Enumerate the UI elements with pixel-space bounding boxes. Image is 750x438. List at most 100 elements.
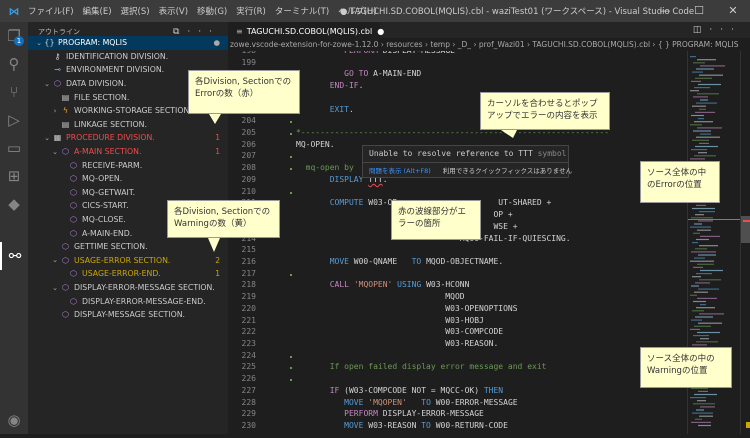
menu-item[interactable]: 移動(G) <box>197 7 227 17</box>
minimap-line <box>693 232 700 234</box>
chevron-down-icon[interactable]: ⌄ <box>50 256 60 264</box>
maximize-icon[interactable]: ☐ <box>682 0 716 22</box>
minimap-line <box>698 390 708 392</box>
minimap-line <box>699 415 713 417</box>
code-line: END-IF. <box>296 81 364 91</box>
outline-item[interactable]: ⌄{} PROGRAM: MQLIS ● <box>28 36 228 50</box>
editor-more-icon[interactable]: ··· <box>709 25 742 35</box>
breadcrumb-item[interactable]: zowe.vscode-extension-for-zowe-1.12.0 <box>230 40 378 49</box>
explorer-badge: 1 <box>14 36 24 46</box>
outline-item-label: IDENTIFICATION DIVISION. <box>66 51 169 61</box>
chevron-down-icon[interactable]: ⌄ <box>50 148 60 156</box>
outline-item[interactable]: ⌄ ⬡ DISPLAY-ERROR-MESSAGE SECTION. <box>28 281 228 295</box>
cube-icon: ⬡ <box>62 147 69 157</box>
outline-item[interactable]: ⬡ USAGE-ERROR-END. 1 <box>28 267 228 281</box>
minimap-line <box>700 65 725 67</box>
minimap-line <box>690 124 702 126</box>
minimap-line <box>697 93 719 95</box>
minimap-line <box>700 338 709 340</box>
chevron-down-icon[interactable]: ⌄ <box>42 80 52 88</box>
vscode-logo-icon: ⋈ <box>8 4 20 18</box>
line-number: 206 <box>241 139 256 149</box>
hover-source: symbol <box>537 149 567 158</box>
view-problem-link[interactable]: 問題を表示 (Alt+F8) <box>369 167 431 175</box>
menu-item[interactable]: 表示(V) <box>159 7 188 17</box>
outline-item[interactable]: ⌄ ⬡ USAGE-ERROR SECTION. 2 <box>28 254 228 268</box>
code-editor[interactable]: PERFORM DISPLAY-MESSAGE GO TO A-MAIN-END… <box>262 51 687 434</box>
breadcrumb-item[interactable]: { } PROGRAM: MQLIS <box>658 40 739 49</box>
chevron-down-icon[interactable]: ⌄ <box>42 134 52 142</box>
outline-item[interactable]: ⬡ DISPLAY-MESSAGE SECTION. <box>28 308 228 322</box>
account-icon[interactable]: ◉ <box>0 406 28 434</box>
minimize-icon[interactable]: — <box>648 0 682 22</box>
callout-text: 各Division, Sectionでの Errorの数（赤） <box>195 77 292 99</box>
breadcrumb-item[interactable]: TAGUCHI.SD.COBOL(MQLIS).cbl <box>532 40 650 49</box>
outline-item[interactable]: ⌄ ⬡ A-MAIN SECTION. 1 <box>28 145 228 159</box>
outline-item[interactable]: ⬡ MQ-OPEN. <box>28 172 228 186</box>
file-icon: ≡ <box>236 27 243 36</box>
outline-item[interactable]: ⬡ RECEIVE-PARM. <box>28 158 228 172</box>
menu-item[interactable]: 実行(R) <box>236 7 266 17</box>
menu-item[interactable]: ファイル(F) <box>28 7 74 17</box>
outline-item[interactable]: ⚷ IDENTIFICATION DIVISION. <box>28 50 228 64</box>
outline-item[interactable]: ⬡ MQ-GETWAIT. <box>28 186 228 200</box>
explorer-icon[interactable]: ❐ 1 <box>0 22 28 50</box>
outline-view-icon[interactable]: ⚯ <box>0 242 28 270</box>
breadcrumb-item[interactable]: _D_ <box>458 40 471 49</box>
minimap-line <box>691 114 704 117</box>
outline-item[interactable]: ▤ LINKAGE SECTION. <box>28 118 228 132</box>
source-control-icon[interactable]: ⑂ <box>0 78 28 106</box>
minimap-line <box>697 229 711 231</box>
outline-item[interactable]: ⬡ DISPLAY-ERROR-MESSAGE-END. <box>28 294 228 308</box>
menu-item[interactable]: 編集(E) <box>83 7 112 17</box>
breadcrumb-item[interactable]: temp <box>430 40 450 49</box>
minimap-line <box>691 217 713 219</box>
code-token: END-IF <box>329 81 359 91</box>
menu-item[interactable]: 選択(S) <box>121 7 150 17</box>
outline-item[interactable]: ⌄ ▦ PROCEDURE DIVISION. 1 <box>28 131 228 145</box>
line-number: 199 <box>241 57 256 67</box>
minimap-line <box>692 276 701 278</box>
menu-item[interactable]: ターミナル(T) <box>275 7 329 17</box>
code-token: THEN <box>483 385 504 395</box>
code-line: MQOD <box>296 292 464 301</box>
chevron-down-icon[interactable]: ⌄ <box>34 39 44 47</box>
line-number: 207 <box>241 151 256 161</box>
minimap-line <box>691 149 707 151</box>
change-marker <box>290 355 292 358</box>
minimap-line <box>693 130 711 132</box>
minimap-line <box>698 424 711 427</box>
minimap-line <box>696 102 717 104</box>
minimap-line <box>691 319 702 321</box>
code-token: TO <box>421 397 431 407</box>
search-icon[interactable]: ⚲ <box>0 50 28 78</box>
line-number: 215 <box>241 245 256 255</box>
minimap-line <box>694 393 717 396</box>
outline-item[interactable]: ⬡ GETTIME SECTION. <box>28 240 228 254</box>
vertical-scrollbar[interactable] <box>740 51 750 434</box>
callout-squiggle: 赤の波線部分がエラーの箇所 <box>391 200 481 240</box>
line-number: 222 <box>241 327 256 337</box>
run-debug-icon[interactable]: ▷ <box>0 106 28 134</box>
chevron-right-icon[interactable]: › <box>50 107 60 115</box>
minimap-error-line <box>688 219 741 220</box>
extensions-icon[interactable]: ⊞ <box>0 162 28 190</box>
breadcrumb-item[interactable]: resources <box>386 40 422 49</box>
zowe-icon[interactable]: ◆ <box>0 190 28 218</box>
close-icon[interactable]: ✕ <box>716 0 750 22</box>
minimap-line <box>700 406 715 408</box>
breadcrumb-item[interactable]: prof_Wazi01 <box>479 40 525 49</box>
code-token: W03-HOBJ <box>296 315 484 325</box>
hover-message: Unable to resolve reference to TTT <box>369 149 533 158</box>
minimap-line <box>692 71 703 73</box>
split-editor-icon[interactable]: ◫ <box>693 25 710 35</box>
remote-explorer-icon[interactable]: ▭ <box>0 134 28 162</box>
minimap-line <box>699 279 721 281</box>
chevron-down-icon[interactable]: ⌄ <box>50 284 60 292</box>
minimap-line <box>700 99 708 101</box>
